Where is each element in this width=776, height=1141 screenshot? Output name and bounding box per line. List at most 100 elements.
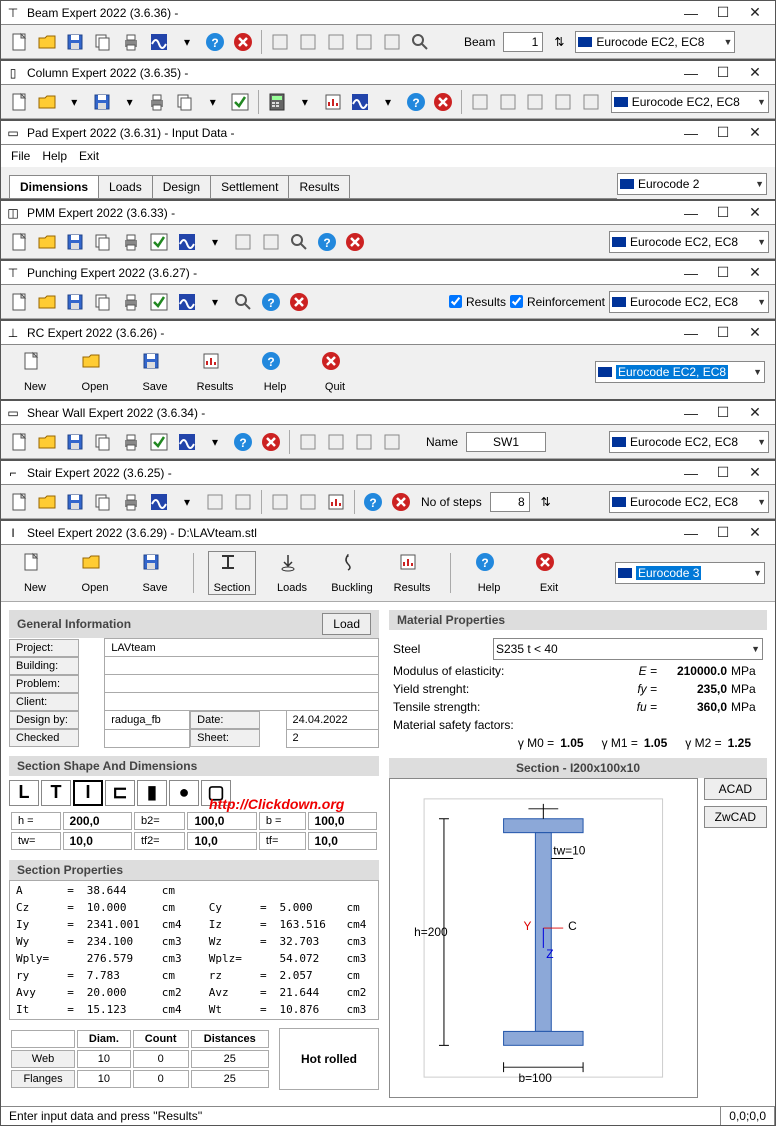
wave-icon[interactable] bbox=[175, 290, 199, 314]
tool-icon[interactable] bbox=[296, 430, 320, 454]
tool-icon[interactable] bbox=[231, 490, 255, 514]
save-icon[interactable] bbox=[63, 430, 87, 454]
print-icon[interactable] bbox=[119, 290, 143, 314]
tool-icon[interactable] bbox=[324, 430, 348, 454]
stair-icon[interactable] bbox=[268, 490, 292, 514]
tool-icon[interactable] bbox=[579, 90, 603, 114]
minimize-button[interactable]: — bbox=[675, 123, 707, 143]
results-checkbox[interactable]: Results bbox=[449, 295, 506, 309]
stepper-icon[interactable]: ⇅ bbox=[547, 30, 571, 54]
maximize-button[interactable]: ☐ bbox=[707, 263, 739, 283]
copy-icon[interactable] bbox=[173, 90, 197, 114]
dropdown-icon[interactable]: ▾ bbox=[175, 30, 199, 54]
code-combo[interactable]: Eurocode EC2, EC8▼ bbox=[575, 31, 735, 53]
new-icon[interactable] bbox=[7, 230, 31, 254]
copy-icon[interactable] bbox=[91, 430, 115, 454]
save-icon[interactable] bbox=[63, 490, 87, 514]
open-icon[interactable] bbox=[35, 490, 59, 514]
minimize-button[interactable]: — bbox=[675, 263, 707, 283]
check-icon[interactable] bbox=[229, 90, 253, 114]
maximize-button[interactable]: ☐ bbox=[707, 203, 739, 223]
new-icon[interactable] bbox=[7, 90, 31, 114]
shape-C[interactable]: ⊏ bbox=[105, 780, 135, 806]
wave-icon[interactable] bbox=[175, 430, 199, 454]
save-icon[interactable] bbox=[63, 290, 87, 314]
tool-icon[interactable] bbox=[352, 430, 376, 454]
tool-icon[interactable] bbox=[296, 30, 320, 54]
open-icon[interactable] bbox=[35, 290, 59, 314]
open-icon[interactable] bbox=[35, 230, 59, 254]
calc-icon[interactable] bbox=[265, 90, 289, 114]
help-icon[interactable] bbox=[259, 290, 283, 314]
save-button[interactable]: Save bbox=[131, 351, 179, 393]
close-icon[interactable] bbox=[343, 230, 367, 254]
beam-number-input[interactable] bbox=[503, 32, 543, 52]
tab-design[interactable]: Design bbox=[152, 175, 211, 198]
minimize-button[interactable]: — bbox=[675, 323, 707, 343]
open-button[interactable]: Open bbox=[71, 552, 119, 594]
code-combo[interactable]: Eurocode 2▼ bbox=[617, 173, 767, 195]
close-icon[interactable] bbox=[432, 90, 456, 114]
open-button[interactable]: Open bbox=[71, 351, 119, 393]
close-icon[interactable] bbox=[389, 490, 413, 514]
close-button[interactable]: ✕ bbox=[739, 403, 771, 423]
zoom-icon[interactable] bbox=[408, 30, 432, 54]
steel-grade-combo[interactable]: S235 t < 40▼ bbox=[493, 638, 763, 660]
zoom-icon[interactable] bbox=[287, 230, 311, 254]
close-button[interactable]: ✕ bbox=[739, 263, 771, 283]
shape-T[interactable]: T bbox=[41, 780, 71, 806]
zoom-icon[interactable] bbox=[231, 290, 255, 314]
open-icon[interactable] bbox=[35, 30, 59, 54]
close-icon[interactable] bbox=[231, 30, 255, 54]
maximize-button[interactable]: ☐ bbox=[707, 63, 739, 83]
code-combo[interactable]: Eurocode 3▼ bbox=[615, 562, 765, 584]
acad-button[interactable]: ACAD bbox=[704, 778, 767, 800]
code-combo[interactable]: Eurocode EC2, EC8▼ bbox=[611, 91, 769, 113]
open-icon[interactable] bbox=[35, 430, 59, 454]
minimize-button[interactable]: — bbox=[675, 203, 707, 223]
stepper-icon[interactable]: ⇅ bbox=[534, 490, 558, 514]
shape-rect[interactable]: ▮ bbox=[137, 780, 167, 806]
copy-icon[interactable] bbox=[91, 30, 115, 54]
check-icon[interactable] bbox=[147, 290, 171, 314]
tab-dimensions[interactable]: Dimensions bbox=[9, 175, 99, 198]
shape-I[interactable]: I bbox=[73, 780, 103, 806]
results-icon[interactable] bbox=[321, 90, 345, 114]
stair-icon[interactable] bbox=[296, 490, 320, 514]
new-icon[interactable] bbox=[7, 290, 31, 314]
help-button[interactable]: Help bbox=[251, 351, 299, 393]
tool-icon[interactable] bbox=[380, 430, 404, 454]
close-button[interactable]: ✕ bbox=[739, 463, 771, 483]
save-icon[interactable] bbox=[63, 30, 87, 54]
save-icon[interactable] bbox=[63, 230, 87, 254]
results-button[interactable]: Results bbox=[191, 351, 239, 393]
maximize-button[interactable]: ☐ bbox=[707, 403, 739, 423]
shape-L[interactable]: L bbox=[9, 780, 39, 806]
minimize-button[interactable]: — bbox=[675, 63, 707, 83]
code-combo[interactable]: Eurocode EC2, EC8▼ bbox=[595, 361, 765, 383]
new-button[interactable]: New bbox=[11, 351, 59, 393]
maximize-button[interactable]: ☐ bbox=[707, 123, 739, 143]
close-icon[interactable] bbox=[287, 290, 311, 314]
maximize-button[interactable]: ☐ bbox=[707, 523, 739, 543]
tool-icon[interactable] bbox=[203, 490, 227, 514]
tab-loads[interactable]: Loads bbox=[98, 175, 153, 198]
copy-icon[interactable] bbox=[91, 490, 115, 514]
help-button[interactable]: Help bbox=[465, 552, 513, 594]
print-icon[interactable] bbox=[146, 90, 170, 114]
save-icon[interactable] bbox=[90, 90, 114, 114]
results-button[interactable]: Results bbox=[388, 552, 436, 594]
minimize-button[interactable]: — bbox=[675, 403, 707, 423]
code-combo[interactable]: Eurocode EC2, EC8▼ bbox=[609, 491, 769, 513]
tool-icon[interactable] bbox=[324, 30, 348, 54]
print-icon[interactable] bbox=[119, 30, 143, 54]
help-icon[interactable] bbox=[231, 430, 255, 454]
tool-icon[interactable] bbox=[468, 90, 492, 114]
excel-icon[interactable] bbox=[259, 230, 283, 254]
check-icon[interactable] bbox=[147, 430, 171, 454]
wave-icon[interactable] bbox=[348, 90, 372, 114]
help-icon[interactable] bbox=[203, 30, 227, 54]
maximize-button[interactable]: ☐ bbox=[707, 323, 739, 343]
tool-icon[interactable] bbox=[268, 30, 292, 54]
wave-icon[interactable] bbox=[147, 30, 171, 54]
